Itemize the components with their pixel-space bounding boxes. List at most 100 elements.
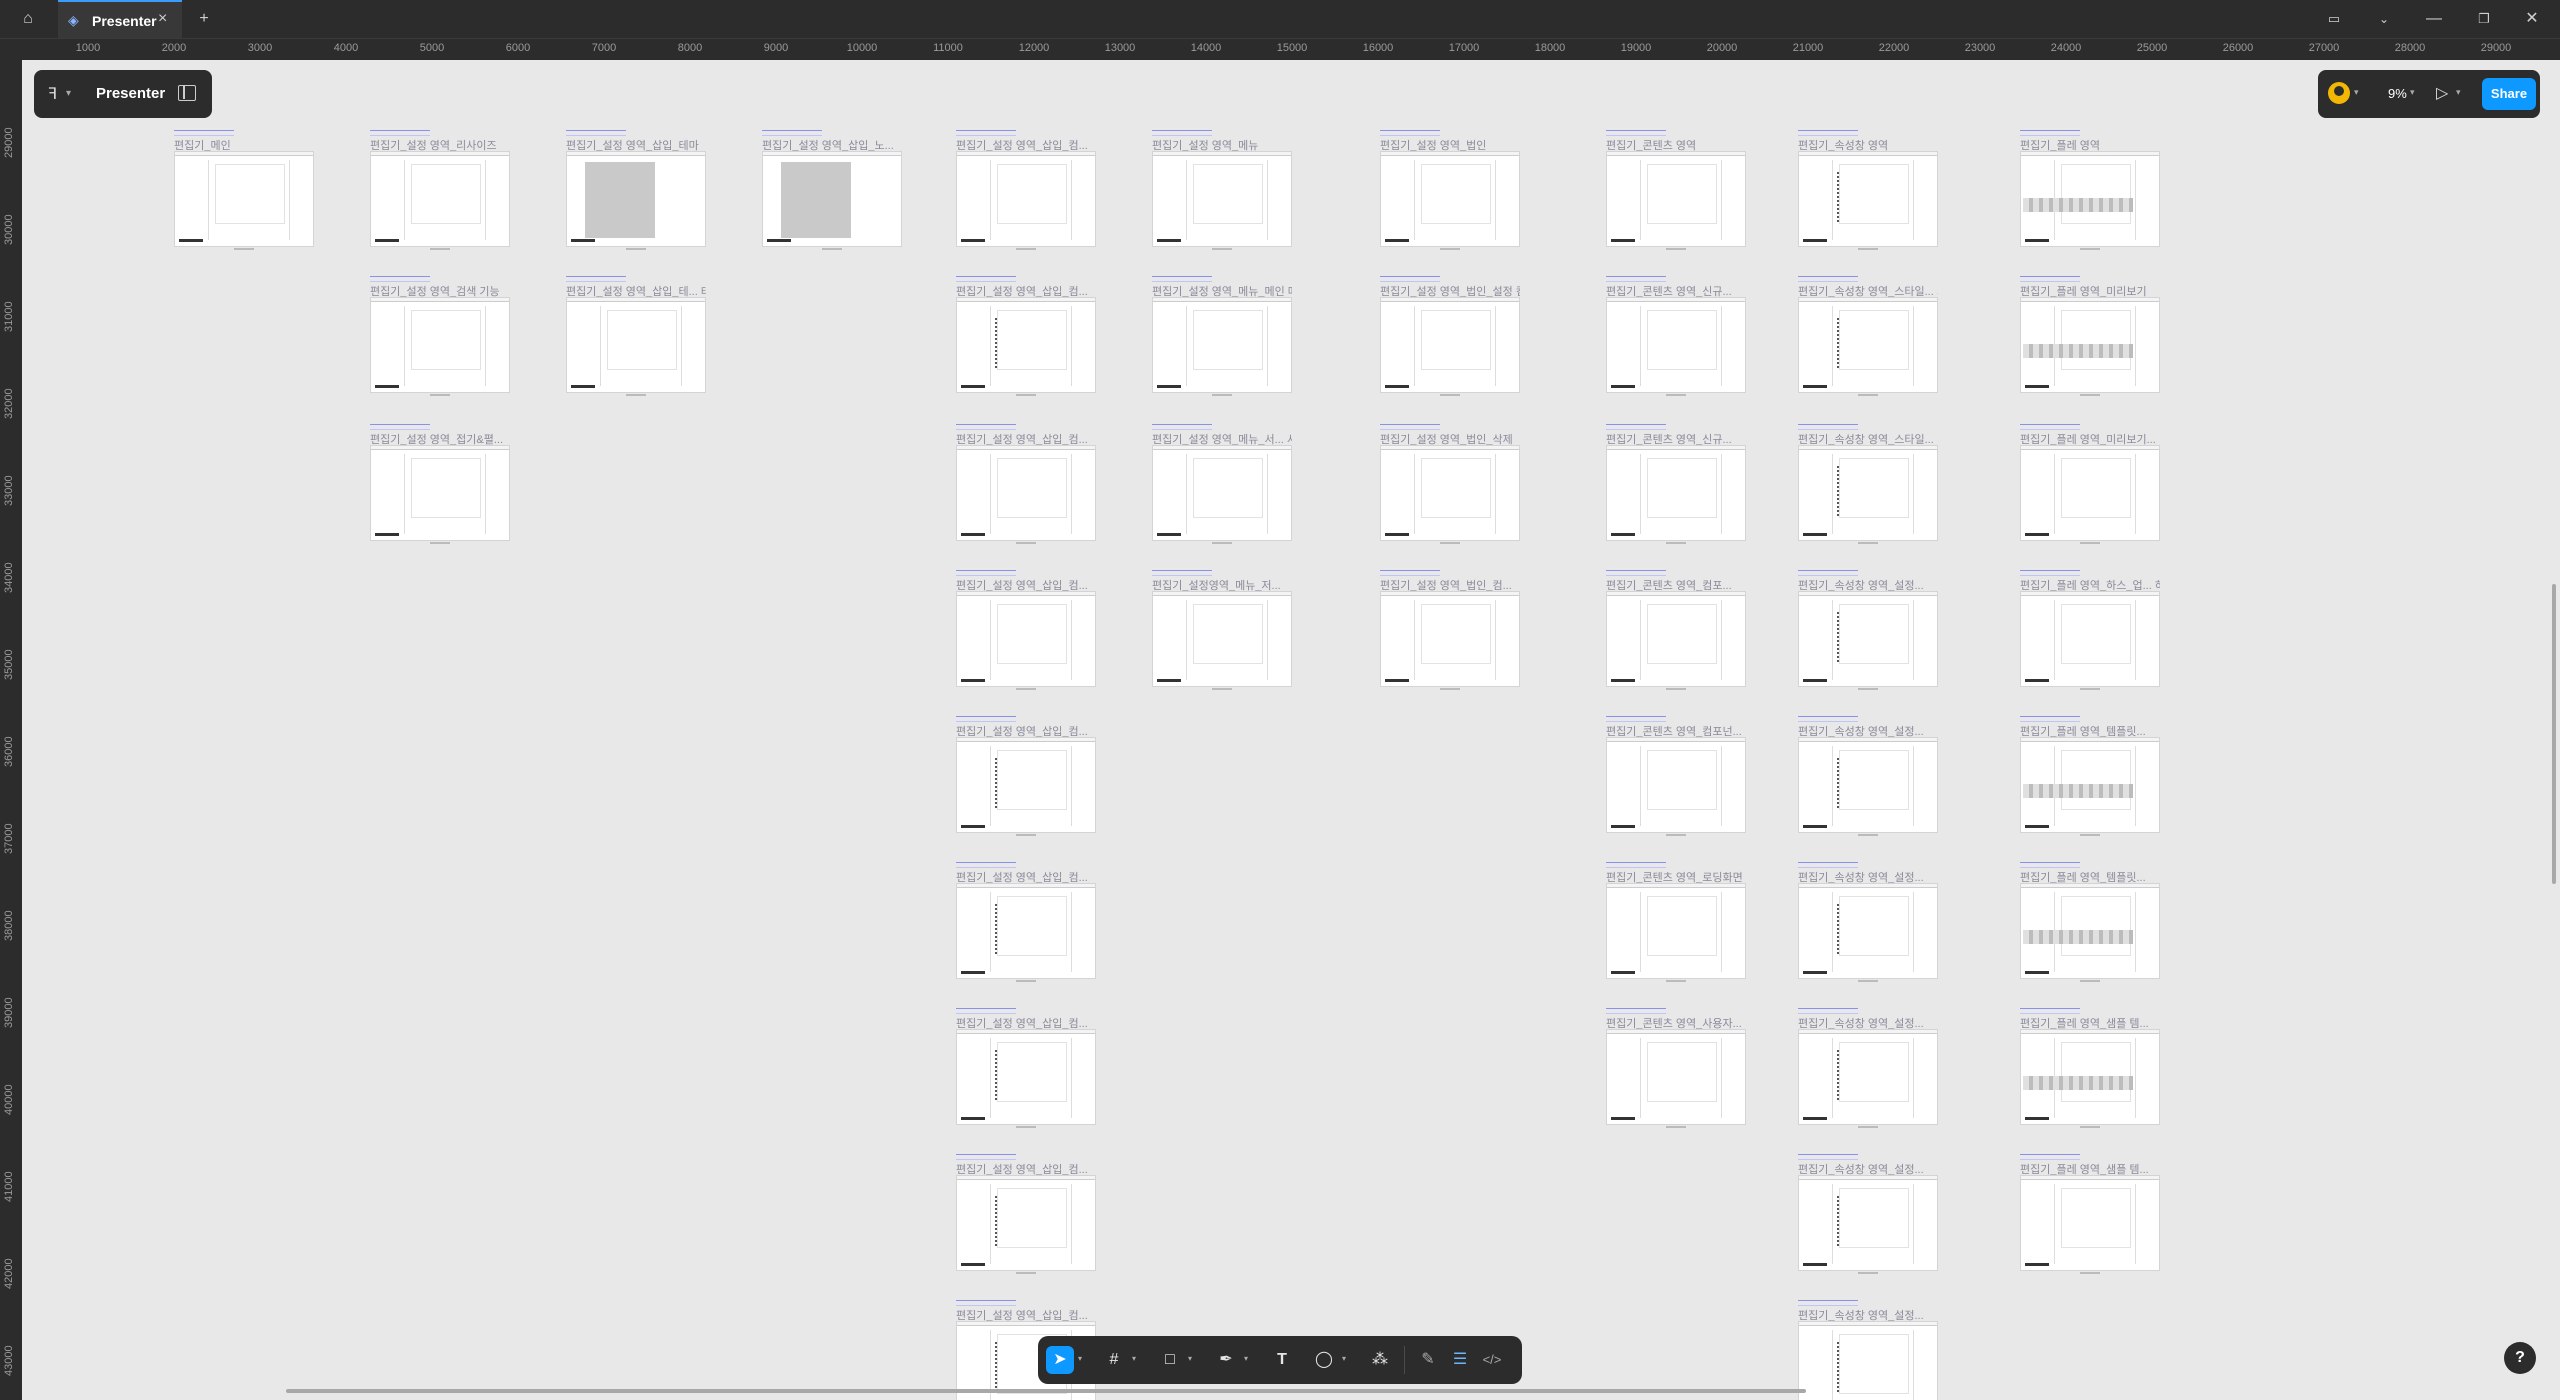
canvas-frame[interactable]: 편집기_설정 영역_삽입_컴... (956, 570, 1096, 700)
canvas-frame[interactable]: 편집기_속성창 영역_설정... (1798, 570, 1938, 700)
frame-annotation (2020, 862, 2080, 868)
canvas-frame[interactable]: 편집기_플레 영역_미리보기 (2020, 276, 2160, 406)
canvas-frame[interactable]: 편집기_설정 영역_삽입_컴... (956, 862, 1096, 992)
draw-mode-icon[interactable]: ✎ (1414, 1346, 1442, 1374)
preview-lp (961, 454, 991, 534)
ruler-y-label: 38000 (3, 910, 15, 941)
canvas-frame[interactable]: 편집기_속성창 영역_설정... (1798, 1300, 1938, 1400)
canvas-frame[interactable]: 편집기_속성창 영역_설정... (1798, 862, 1938, 992)
file-name[interactable]: Presenter (96, 85, 165, 102)
canvas-frame[interactable]: 편집기_설정 영역_리사이즈 (370, 130, 510, 260)
preview-bar (957, 298, 1095, 302)
minimize-icon[interactable]: — (2424, 9, 2444, 29)
canvas-frame[interactable]: 편집기_속성창 영역_설정... (1798, 1154, 1938, 1284)
canvas-frame[interactable]: 편집기_속성창 영역_스타일... 가... (1798, 276, 1938, 406)
canvas-frame[interactable]: 편집기_콘텐츠 영역 (1606, 130, 1746, 260)
zoom-level[interactable]: 9% (2388, 86, 2407, 101)
preview-cap (961, 239, 985, 242)
pen-tool-icon[interactable]: ✒ (1212, 1346, 1240, 1374)
avatar[interactable] (2328, 82, 2350, 104)
canvas-frame[interactable]: 편집기_플레 영역 (2020, 130, 2160, 260)
canvas-frame[interactable]: 편집기_설정 영역_법인_컴... (1380, 570, 1520, 700)
ruler-x-label: 8000 (677, 42, 703, 54)
close-tab-icon[interactable]: × (158, 10, 167, 28)
chevron-down-icon[interactable]: ▾ (2354, 87, 2359, 98)
chevron-down-icon[interactable]: ⌄ (2374, 9, 2394, 29)
canvas-frame[interactable]: 편집기_설정 영역_삽입_컴... (956, 716, 1096, 846)
preview-rp (1721, 892, 1741, 972)
text-tool-icon[interactable]: T (1268, 1346, 1296, 1374)
chevron-down-icon[interactable]: ▾ (66, 88, 71, 99)
canvas-frame[interactable]: 편집기_설정 영역_법인_설정 컴... (1380, 276, 1520, 406)
vertical-scrollbar[interactable] (2552, 584, 2556, 884)
canvas-frame[interactable]: 편집기_속성창 영역_설정... (1798, 716, 1938, 846)
design-mode-icon[interactable]: ☰ (1446, 1346, 1474, 1374)
canvas-frame[interactable]: 편집기_설정 영역_법인 (1380, 130, 1520, 260)
notification-icon[interactable]: ▭ (2324, 9, 2344, 29)
share-button[interactable]: Share (2482, 78, 2536, 110)
preview-mid (1421, 164, 1491, 224)
shape-tool-icon[interactable]: □ (1156, 1346, 1184, 1374)
horizontal-scrollbar[interactable] (286, 1389, 1806, 1393)
canvas-frame[interactable]: 편집기_설정 영역_검색 기능 (370, 276, 510, 406)
preview-rp (1267, 600, 1287, 680)
canvas-frame[interactable]: 편집기_설정 영역_삽입_노... (762, 130, 902, 260)
frame-annotation (174, 130, 234, 136)
canvas-frame[interactable]: 편집기_콘텐츠 영역_컴포넌... (1606, 716, 1746, 846)
canvas-frame[interactable]: 편집기_콘텐츠 영역_신규... (1606, 424, 1746, 554)
canvas-frame[interactable]: 편집기_플레 영역_템플릿... (2020, 862, 2160, 992)
canvas-frame[interactable]: 편집기_설정 영역_접기&펼... (370, 424, 510, 554)
canvas-frame[interactable]: 편집기_설정 영역_메뉴_서... 서... (1152, 424, 1292, 554)
new-tab-icon[interactable]: + (194, 9, 214, 29)
canvas-frame[interactable]: 편집기_속성창 영역_설정... (1798, 1008, 1938, 1138)
canvas-frame[interactable]: 편집기_플레 영역_샘플 템... (2020, 1154, 2160, 1284)
canvas-frame[interactable]: 편집기_콘텐츠 영역_사용자... (1606, 1008, 1746, 1138)
canvas-frame[interactable]: 편집기_설정 영역_삽입_컴... (956, 1154, 1096, 1284)
canvas-frame[interactable]: 편집기_콘텐츠 영역_신규... (1606, 276, 1746, 406)
canvas-frame[interactable]: 편집기_설정 영역_메뉴_메인 메... (1152, 276, 1292, 406)
chevron-down-icon[interactable]: ▾ (2410, 87, 2415, 98)
canvas-frame[interactable]: 편집기_콘텐츠 영역_로딩화면 (1606, 862, 1746, 992)
preview-cap (961, 825, 985, 828)
chevron-down-icon[interactable]: ▾ (1244, 1354, 1248, 1363)
chevron-down-icon[interactable]: ▾ (2456, 87, 2461, 98)
chevron-down-icon[interactable]: ▾ (1342, 1354, 1346, 1363)
canvas-frame[interactable]: 편집기_설정영역_메뉴_저... (1152, 570, 1292, 700)
canvas-frame[interactable]: 편집기_플레 영역_하스_업... 하... (2020, 570, 2160, 700)
dev-mode-icon[interactable]: </> (1478, 1346, 1506, 1374)
canvas-frame[interactable]: 편집기_설정 영역_삽입_테마 (566, 130, 706, 260)
canvas-frame[interactable]: 편집기_플레 영역_샘플 템... (2020, 1008, 2160, 1138)
figma-menu-icon[interactable]: ꟻ (48, 84, 57, 104)
canvas-frame[interactable]: 편집기_플레 영역_미리보기... (2020, 424, 2160, 554)
canvas-frame[interactable]: 편집기_설정 영역_삽입_컴... (956, 130, 1096, 260)
help-button[interactable]: ? (2504, 1342, 2536, 1374)
frame-tool-icon[interactable]: # (1100, 1346, 1128, 1374)
canvas-frame[interactable]: 편집기_플레 영역_템플릿... (2020, 716, 2160, 846)
close-window-icon[interactable]: ✕ (2522, 9, 2542, 29)
canvas-frame[interactable]: 편집기_설정 영역_삽입_컴... (956, 1008, 1096, 1138)
toggle-sidebar-icon[interactable] (178, 85, 196, 101)
canvas-frame[interactable]: 편집기_콘텐츠 영역_컴포... (1606, 570, 1746, 700)
home-icon[interactable]: ⌂ (18, 9, 38, 29)
preview-dots (995, 1050, 1045, 1100)
chevron-down-icon[interactable]: ▾ (1078, 1354, 1082, 1363)
actions-icon[interactable]: ⁂ (1366, 1346, 1394, 1374)
move-tool-icon[interactable]: ➤ (1046, 1346, 1074, 1374)
canvas-frame[interactable]: 편집기_메인 (174, 130, 314, 260)
design-canvas[interactable]: 편집기_메인 편집기_설정 영역_리사이즈 편집기_설정 영역_삽입_테마 편집기_설… (22, 60, 2560, 1400)
canvas-frame[interactable]: 편집기_설정 영역_삽입_컴... (956, 276, 1096, 406)
chevron-down-icon[interactable]: ▾ (1132, 1354, 1136, 1363)
restore-icon[interactable]: ❐ (2474, 9, 2494, 29)
canvas-frame[interactable]: 편집기_속성창 영역_스타일... (1798, 424, 1938, 554)
chevron-down-icon[interactable]: ▾ (1188, 1354, 1192, 1363)
comment-tool-icon[interactable]: ◯ (1310, 1346, 1338, 1374)
canvas-frame[interactable]: 편집기_설정 영역_삽입_컴... (956, 424, 1096, 554)
canvas-frame[interactable]: 편집기_속성창 영역 (1798, 130, 1938, 260)
preview-cap (1803, 385, 1827, 388)
present-icon[interactable]: ▷ (2436, 83, 2448, 103)
canvas-frame[interactable]: 편집기_설정 영역_삽입_테... 테... (566, 276, 706, 406)
tab-presenter[interactable]: ◈ Presenter × (58, 0, 182, 38)
canvas-frame[interactable]: 편집기_설정 영역_메뉴 (1152, 130, 1292, 260)
frame-caption-line (1666, 1126, 1686, 1128)
canvas-frame[interactable]: 편집기_설정 영역_법인_삭제 (1380, 424, 1520, 554)
